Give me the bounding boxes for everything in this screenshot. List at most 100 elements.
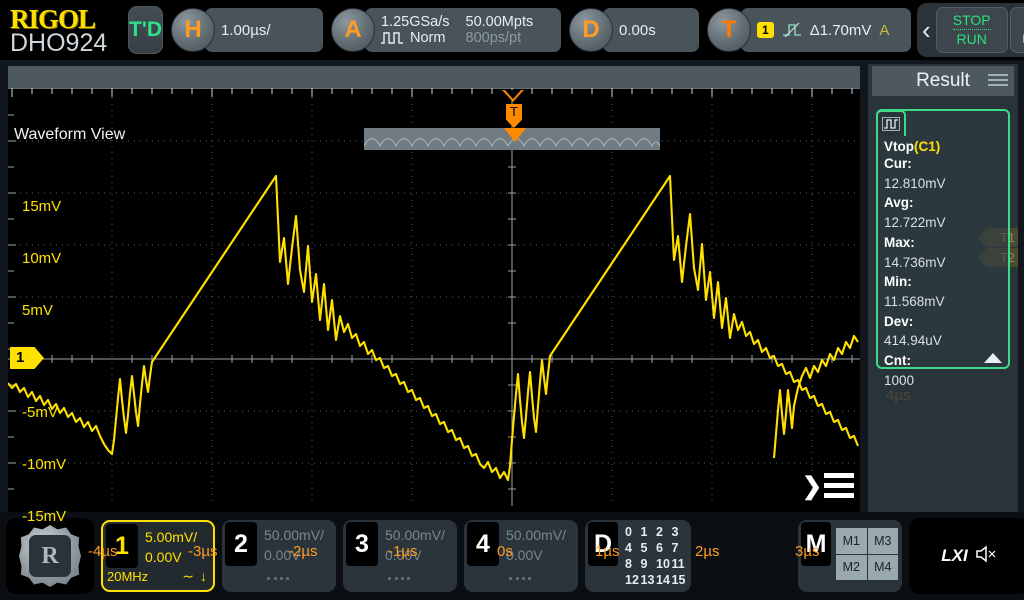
waveform-grid[interactable]: T <box>8 88 860 506</box>
gear-inner-glyph: R <box>29 535 71 577</box>
trigger-settings[interactable]: T 1 Δ1.70mV A <box>705 8 911 52</box>
chevron-left-icon[interactable]: ‹ <box>919 15 934 46</box>
arrow-down-icon: ↓ <box>200 568 207 584</box>
memory-depth-label: 50.00Mpts <box>465 14 534 30</box>
rigol-gear-icon: R <box>19 525 81 587</box>
digital-ch-10[interactable]: 10 <box>656 556 672 572</box>
digital-ch-14[interactable]: 14 <box>656 572 672 588</box>
chevron-right-small-icon: ❯ <box>802 473 823 500</box>
digital-ch-15[interactable]: 15 <box>672 572 688 588</box>
speaker-mute-icon[interactable] <box>975 544 997 568</box>
y-label-10mv: 10mV <box>22 250 62 267</box>
channel-1-bandwidth: 20MHz <box>107 568 149 584</box>
acquire-mode-label: Norm <box>410 30 446 46</box>
digital-ch-12[interactable]: 12 <box>625 572 641 588</box>
math-m4[interactable]: M4 <box>867 554 898 580</box>
hamburger-line-2 <box>988 79 1008 81</box>
measurement-source: (C1) <box>914 139 941 154</box>
acquire-settings[interactable]: A 1.25GSa/s 50.00Mpts Norm 800ps/pt <box>329 8 561 52</box>
y-label-neg5mv: -5mV <box>22 404 58 421</box>
digital-ch-4[interactable]: 4 <box>625 540 641 556</box>
grid-and-trace <box>8 88 860 506</box>
waveform-header-bar <box>8 66 860 88</box>
waveform-overview-strip[interactable] <box>364 128 660 150</box>
result-key-min: Min: <box>884 274 912 290</box>
result-value-cur: 12.810mV <box>884 175 946 191</box>
waveform-panel: Waveform View T 15mV 10mV 5mV -5mV -10mV… <box>0 60 868 560</box>
channel-4-number: 4 <box>467 522 499 566</box>
channel-3-off-indicator <box>388 576 410 580</box>
overview-trigger-marker[interactable] <box>504 128 526 142</box>
delay-settings[interactable]: D 0.00s <box>567 8 699 52</box>
digital-ch-0[interactable]: 0 <box>625 524 641 540</box>
acquire-knob-icon[interactable]: A <box>331 8 375 52</box>
hamburger-line-3 <box>988 84 1008 86</box>
channel-card-2[interactable]: 2 50.00mV/ 0.00V <box>222 520 336 592</box>
waveform-menu-button[interactable]: ❯ <box>802 473 854 499</box>
result-lines: Vtop(C1) Cur: 12.810mV Avg: 12.722mV Max… <box>884 115 1002 390</box>
lxi-status-area[interactable]: LXI <box>909 518 1024 594</box>
trigger-source-badge[interactable]: 1 <box>757 22 774 38</box>
digital-channel-grid: 0 1 2 3 4 5 6 7 8 9 10 11 12 13 14 15 <box>625 524 687 588</box>
horizontal-settings[interactable]: H 1.00µs/ <box>169 8 323 52</box>
result-panel: Result T1 T2 4µs Vtop(C1) Cur: 12.81 <box>868 64 1018 512</box>
result-key-avg: Avg: <box>884 195 914 211</box>
measurement-name: Vtop <box>884 139 914 154</box>
measurement-name-row: Vtop(C1) <box>884 139 1002 154</box>
stop-run-button[interactable]: STOP RUN <box>935 7 1008 53</box>
result-menu-icon[interactable] <box>988 74 1008 89</box>
x-label-0s: 0s <box>497 543 513 560</box>
acquire-mode-row: Norm <box>381 30 450 46</box>
horizontal-knob-icon[interactable]: H <box>171 8 215 52</box>
result-measurement-box[interactable]: Vtop(C1) Cur: 12.810mV Avg: 12.722mV Max… <box>876 109 1010 388</box>
ac-coupling-icon: ∼ <box>182 567 194 584</box>
digital-ch-7[interactable]: 7 <box>672 540 688 556</box>
hamburger-menu-icon <box>824 473 854 478</box>
delay-value[interactable]: 0.00s <box>603 8 699 52</box>
delay-knob-icon[interactable]: D <box>569 8 613 52</box>
trigger-status-indicator[interactable]: T'D <box>128 6 163 54</box>
digital-ch-6[interactable]: 6 <box>656 540 672 556</box>
delay-label: 0.00s <box>619 21 656 39</box>
math-m2[interactable]: M2 <box>836 554 867 580</box>
digital-ch-13[interactable]: 13 <box>641 572 657 588</box>
result-key-dev: Dev: <box>884 313 914 329</box>
result-measure-tab[interactable] <box>876 110 906 136</box>
lxi-label: LXI <box>941 546 968 565</box>
digital-ch-8[interactable]: 8 <box>625 556 641 572</box>
model-name: DHO924 <box>10 29 108 57</box>
digital-ch-5[interactable]: 5 <box>641 540 657 556</box>
digital-ch-1[interactable]: 1 <box>641 524 657 540</box>
horizontal-scale-value[interactable]: 1.00µs/ <box>205 8 323 52</box>
channel-4-settings: 50.00mV/ 0.00V <box>506 525 566 566</box>
sample-rate-label: 1.25GSa/s <box>381 14 450 30</box>
math-m1[interactable]: M1 <box>836 528 867 554</box>
channel-card-4[interactable]: 4 50.00mV/ 0.00V <box>464 520 578 592</box>
acquire-waveform-icon <box>381 32 403 44</box>
channel-1-footer: 20MHz ∼ ↓ <box>107 566 207 586</box>
digital-ch-9[interactable]: 9 <box>641 556 657 572</box>
result-value-max: 14.736mV <box>884 254 946 270</box>
trigger-status-label: T'D <box>129 18 162 41</box>
main-menu-button[interactable]: R <box>6 518 94 594</box>
channel-4-offset: 0.00V <box>506 547 543 564</box>
math-grid: M1 M3 M2 M4 <box>836 528 898 580</box>
waveform-view-title: Waveform View <box>14 126 126 143</box>
digital-ch-3[interactable]: 3 <box>672 524 688 540</box>
trigger-knob-icon[interactable]: T <box>707 8 751 52</box>
y-label-15mv: 15mV <box>22 198 62 215</box>
brand-block: RIGOL DHO924 <box>4 2 122 58</box>
scroll-up-triangle-icon[interactable] <box>984 353 1002 363</box>
acquire-values[interactable]: 1.25GSa/s 50.00Mpts Norm 800ps/pt <box>365 8 561 52</box>
trigger-values[interactable]: 1 Δ1.70mV A <box>741 8 911 52</box>
y-label-5mv: 5mV <box>22 302 53 319</box>
digital-ch-2[interactable]: 2 <box>656 524 672 540</box>
x-label-neg3us: -3µs <box>188 543 218 560</box>
digital-ch-11[interactable]: 11 <box>672 556 688 572</box>
trigger-arrow-inner-icon <box>505 90 521 99</box>
measure-button[interactable]: Measure <box>1009 7 1024 53</box>
math-m3[interactable]: M3 <box>867 528 898 554</box>
channel-2-off-indicator <box>267 576 289 580</box>
softkey-cluster: ‹ STOP RUN Measure › <box>917 3 1024 57</box>
x-label-3us: 3µs <box>795 543 820 560</box>
